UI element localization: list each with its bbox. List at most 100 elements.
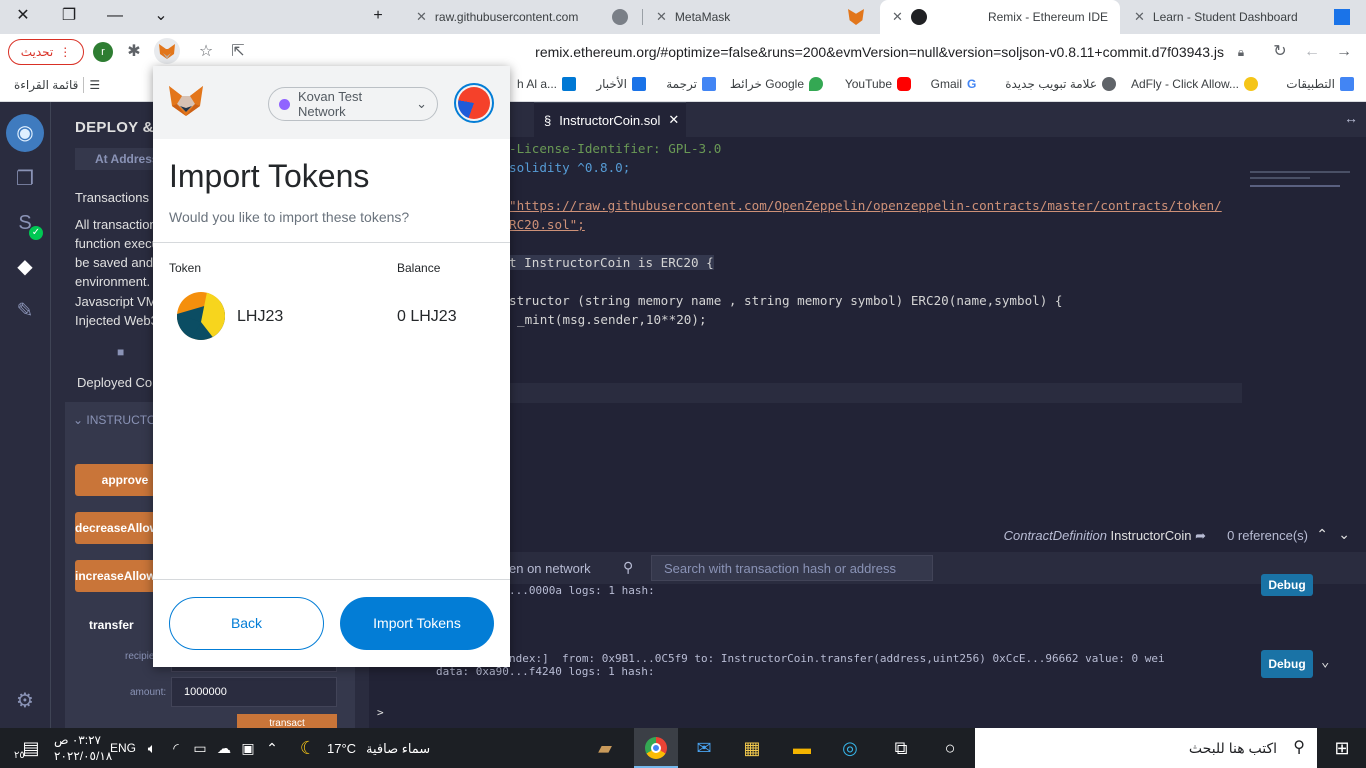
news-icon	[632, 77, 646, 91]
extensions-puzzle-icon[interactable]: ✱	[122, 40, 146, 64]
google-g-icon: G	[967, 77, 981, 91]
network-selector[interactable]: Kovan Test Network ⌄	[268, 87, 438, 121]
bookmark-gmail[interactable]: Gmail G	[931, 77, 981, 91]
minimap-line	[1250, 185, 1340, 187]
close-icon[interactable]: ✕	[1134, 9, 1145, 25]
back-button[interactable]: Back	[169, 597, 324, 650]
weather-temp[interactable]: 17°C	[327, 741, 356, 756]
bookmark-divider	[83, 77, 85, 93]
expand-icon[interactable]: ↔	[1344, 110, 1358, 126]
input-language[interactable]: ENG	[110, 741, 136, 755]
bookmark-star-icon[interactable]: ☆	[194, 40, 218, 64]
chevron-up-icon[interactable]: ⌃	[1316, 526, 1328, 543]
transactions-recorded-label: Transactions r	[75, 190, 157, 205]
tab-search-icon[interactable]: ⌄	[138, 0, 184, 32]
cortana-icon[interactable]: ○	[938, 736, 962, 760]
share-icon[interactable]: ⇱	[226, 40, 250, 64]
amount-input[interactable]: 1000000	[171, 677, 337, 707]
taskbar-search-box[interactable]: اكتب هنا للبحث ⚲	[975, 728, 1317, 768]
chevron-up-icon[interactable]: ⌃	[260, 736, 284, 760]
editor-minimap[interactable]	[1242, 137, 1366, 387]
bookmark-outlook[interactable]: h Al a...	[517, 77, 576, 91]
mail-icon[interactable]: ✉	[692, 736, 716, 760]
account-avatar[interactable]	[454, 83, 494, 123]
bookmark-maps[interactable]: خرائط Google	[730, 77, 823, 91]
tab-title: raw.githubusercontent.com	[434, 10, 579, 24]
wifi-icon[interactable]: ◜	[164, 736, 188, 760]
deploy-run-icon[interactable]: ◆	[12, 254, 38, 280]
bookmark-youtube[interactable]: YouTube	[845, 77, 911, 91]
at-address-button[interactable]: At Address	[75, 148, 165, 170]
browser-tab-strip: ✕ ❐ — ⌄ + ✕ raw.githubusercontent.com ✕ …	[0, 0, 1366, 34]
minimap-line	[1250, 177, 1310, 179]
weather-condition[interactable]: سماء صافية	[366, 741, 430, 757]
back-icon[interactable]: →	[1332, 40, 1356, 64]
volume-icon[interactable]: 🔈︎	[140, 736, 164, 760]
bookmark-label: YouTube	[844, 77, 892, 91]
file-tab-instructorcoin[interactable]: § InstructorCoin.sol ✕	[534, 102, 686, 137]
window-restore-button[interactable]: ❐	[46, 0, 92, 32]
terminal-header: ContractDefinition InstructorCoin ➦ 0 re…	[369, 522, 1366, 552]
lock-icon[interactable]: 🔒︎	[1229, 40, 1253, 64]
tab-remix[interactable]: Remix - Ethereum IDE ✕	[880, 0, 1120, 34]
terminal-output: Debug ...0000a logs: 1 hash: ndex:] from…	[369, 574, 1366, 728]
window-minimize-button[interactable]: —	[92, 0, 138, 32]
dashboard-icon	[1334, 9, 1350, 25]
bookmark-news[interactable]: الأخبار	[596, 77, 646, 91]
debug-button[interactable]: Debug	[1261, 574, 1313, 596]
forward-icon[interactable]: ←	[1300, 40, 1324, 64]
chevron-down-icon: ⌄	[73, 413, 84, 427]
code-line: t InstructorCoin is ERC20 {	[509, 255, 714, 270]
clock-date[interactable]: ٢٠٢٢/٠٥/١٨	[54, 749, 112, 763]
info-line: function execu	[75, 236, 159, 251]
plugin-manager-icon[interactable]: ✎	[12, 298, 38, 324]
bookmark-new-tab[interactable]: علامة تبويب جديدة	[1005, 77, 1116, 91]
window-close-button[interactable]: ✕	[0, 0, 46, 32]
windows-start-icon[interactable]: ⊞	[1330, 736, 1354, 760]
tab-metamask[interactable]: ✕ MetaMask	[644, 0, 876, 34]
weather-moon-icon[interactable]: ☾	[296, 736, 320, 760]
edge-icon[interactable]: ◎	[838, 736, 862, 760]
profile-avatar[interactable]: r	[93, 42, 113, 62]
new-tab-button[interactable]: +	[355, 0, 401, 32]
clock-time[interactable]: ٠٣:٢٧ ص	[54, 733, 101, 747]
debug-button[interactable]: Debug	[1261, 650, 1313, 678]
file-explorer-icon[interactable]: ❐	[12, 166, 38, 192]
chrome-taskbar-button[interactable]	[634, 728, 678, 768]
settings-gear-icon[interactable]: ⚙	[12, 688, 38, 714]
goto-arrow-icon[interactable]: ➦	[1195, 528, 1206, 543]
remix-logo-icon[interactable]: ◉	[6, 114, 44, 152]
bookmark-translate[interactable]: ترجمة	[666, 77, 716, 91]
reload-icon[interactable]: ↻	[1268, 40, 1292, 64]
close-icon[interactable]: ✕	[892, 9, 903, 25]
meet-now-icon[interactable]: ▣	[236, 736, 260, 760]
maps-pin-icon	[809, 77, 823, 91]
onedrive-cloud-icon[interactable]: ☁	[212, 736, 236, 760]
metamask-extension-button[interactable]	[154, 38, 180, 64]
task-view-icon[interactable]: ⧉	[889, 736, 913, 760]
close-icon[interactable]: ✕	[668, 112, 679, 128]
terminal-prompt[interactable]: >	[377, 706, 384, 719]
import-tokens-button[interactable]: Import Tokens	[340, 597, 494, 650]
tab-raw-github[interactable]: ✕ raw.githubusercontent.com	[404, 0, 640, 34]
battery-icon[interactable]: ▭	[188, 736, 212, 760]
token-symbol: LHJ23	[237, 308, 284, 325]
chevron-down-icon[interactable]: ⌄	[1338, 526, 1350, 543]
transaction-search-input[interactable]: Search with transaction hash or address	[651, 555, 933, 581]
update-button[interactable]: تحديث ⋮	[8, 39, 84, 65]
contract-instance-header[interactable]: ⌄ INSTRUCTOR	[73, 413, 165, 427]
store-icon[interactable]: ▦	[740, 736, 764, 760]
network-name: Kovan Test Network	[298, 89, 363, 119]
chevron-down-icon[interactable]: ⌄	[1321, 654, 1329, 670]
file-explorer-icon[interactable]: ▬	[790, 736, 814, 760]
app-box-icon[interactable]: ▰	[593, 736, 617, 760]
url-field[interactable]: remix.ethereum.org/#optimize=false&runs=…	[535, 44, 1224, 60]
close-icon[interactable]: ✕	[416, 9, 427, 25]
save-icon[interactable]: ■	[117, 345, 124, 359]
close-icon[interactable]: ✕	[656, 9, 667, 25]
info-line: Javascript VM	[75, 294, 157, 309]
bookmark-apps[interactable]: التطبيقات	[1286, 77, 1354, 91]
reading-list-button[interactable]: قائمة القراءة ☰	[14, 77, 100, 93]
tab-learn-dashboard[interactable]: ✕ Learn - Student Dashboard	[1122, 0, 1362, 34]
bookmark-adfly[interactable]: AdFly - Click Allow...	[1131, 77, 1258, 91]
